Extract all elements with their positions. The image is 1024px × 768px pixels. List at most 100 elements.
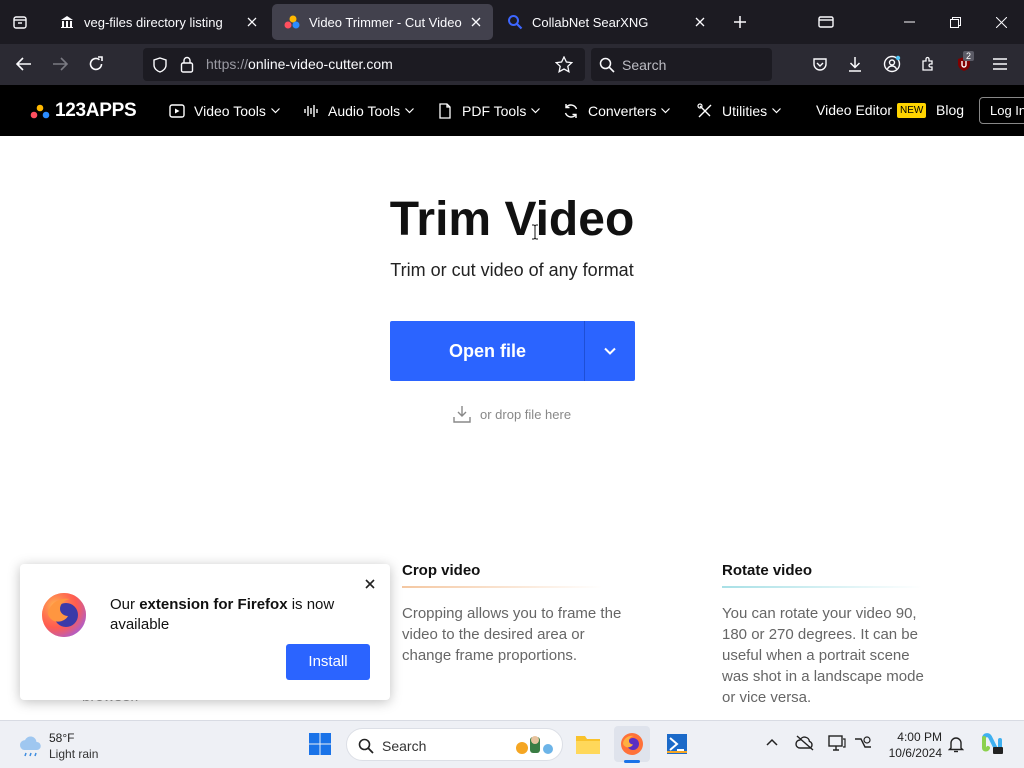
tab-title: CollabNet SearXNG: [532, 14, 649, 30]
firefox-logo-icon: [40, 591, 88, 639]
tools-icon: [696, 102, 714, 120]
download-icon: [452, 404, 472, 424]
chevron-down-icon: [405, 108, 415, 114]
copilot-icon[interactable]: [980, 732, 1004, 756]
menu-converters[interactable]: Converters: [562, 102, 671, 120]
menu-video-editor[interactable]: Video Editor NEW: [816, 102, 927, 118]
tab-title: Video Trimmer - Cut Video Onli: [309, 14, 465, 30]
rain-cloud-icon: [17, 734, 43, 758]
chevron-down-icon: [772, 108, 782, 114]
page-subtitle: Trim or cut video of any format: [390, 260, 634, 280]
close-tab-icon[interactable]: [241, 11, 263, 33]
open-file-button[interactable]: Open file: [390, 321, 635, 381]
feature-underline: [722, 586, 922, 588]
restore-icon[interactable]: [932, 0, 978, 44]
menu-label: Converters: [588, 103, 657, 119]
menu-utilities[interactable]: Utilities: [696, 102, 782, 120]
close-icon[interactable]: [362, 576, 378, 592]
pocket-icon[interactable]: [805, 49, 835, 79]
chevron-down-icon: [531, 108, 541, 114]
list-all-tabs-icon[interactable]: [811, 7, 841, 37]
search-placeholder: Search: [622, 57, 667, 73]
tab-overview-icon[interactable]: [5, 7, 35, 37]
forward-arrow-icon[interactable]: [45, 49, 75, 79]
notification-bell-icon[interactable]: [948, 735, 964, 753]
windows-start-icon[interactable]: [302, 726, 338, 762]
tab-title: veg-files directory listing: [84, 14, 223, 30]
popup-message: Our extension for Firefox is now availab…: [110, 596, 335, 633]
new-tab-icon[interactable]: [725, 7, 755, 37]
menu-label: Video Editor: [816, 102, 893, 118]
extension-popup: Our extension for Firefox is now availab…: [20, 564, 390, 700]
menu-pdf-tools[interactable]: PDF Tools: [436, 102, 541, 120]
shield-icon[interactable]: [152, 57, 168, 73]
close-tab-icon[interactable]: [465, 11, 487, 33]
search-icon: [358, 738, 374, 754]
library-icon: [59, 14, 75, 30]
open-file-label: Open file: [448, 341, 526, 361]
firefox-taskbar-icon[interactable]: [614, 726, 650, 763]
clock-time: 4:00 PM: [897, 730, 942, 744]
open-file-dropdown[interactable]: [585, 321, 635, 381]
tab-video-trimmer[interactable]: Video Trimmer - Cut Video Onli: [272, 4, 493, 40]
bookmark-star-icon[interactable]: [555, 56, 573, 73]
feature-crop: Crop video Cropping allows you to frame …: [402, 562, 632, 666]
menu-video-tools[interactable]: Video Tools: [168, 102, 280, 120]
lock-icon[interactable]: [180, 56, 194, 73]
site-logo[interactable]: 123APPS: [30, 100, 137, 122]
page-title: Trim Video: [389, 193, 635, 246]
search-highlight-icon: [514, 733, 556, 757]
login-button[interactable]: Log In: [979, 97, 1024, 124]
logo-text: 123APPS: [55, 100, 137, 121]
menu-hamburger-icon[interactable]: [985, 49, 1015, 79]
menu-label: PDF Tools: [462, 103, 527, 119]
taskbar: 58°F Light rain Search 4:00 PM 10/6/2024: [0, 720, 1024, 768]
chevron-up-icon[interactable]: [766, 738, 778, 746]
active-app-indicator: [624, 760, 640, 763]
drop-text: or drop file here: [480, 406, 572, 422]
weather-widget[interactable]: 58°F Light rain: [17, 731, 98, 761]
clock-date: 10/6/2024: [888, 746, 942, 760]
ublock-icon[interactable]: 2: [949, 49, 979, 79]
close-window-icon[interactable]: [978, 0, 1024, 44]
vscode-like-app-icon[interactable]: [659, 726, 695, 762]
video-icon: [168, 102, 186, 120]
taskbar-search-input[interactable]: Search: [346, 728, 563, 761]
menu-label: Blog: [936, 102, 965, 118]
feature-rotate: Rotate video You can rotate your video 9…: [722, 562, 952, 708]
browser-tab-bar: veg-files directory listing Video Trimme…: [0, 0, 1024, 44]
extensions-icon[interactable]: [913, 49, 943, 79]
feature-text: You can rotate your video 90, 180 or 270…: [722, 605, 924, 706]
browser-nav-bar: https://online-video-cutter.com Search 2: [0, 44, 1024, 85]
extension-badge: 2: [963, 51, 975, 61]
search-icon: [507, 14, 523, 30]
convert-icon: [562, 102, 580, 120]
system-clock[interactable]: 4:00 PM 10/6/2024: [882, 729, 942, 761]
weather-temp: 58°F: [49, 731, 75, 745]
audio-wave-icon: [302, 102, 320, 120]
browser-search-input[interactable]: Search: [591, 48, 772, 81]
site-header: 123APPS Video Tools Audio Tools PDF Tool…: [0, 85, 1024, 136]
reload-icon[interactable]: [81, 49, 111, 79]
drop-zone-hint: or drop file here: [452, 404, 571, 424]
feature-title: Rotate video: [722, 562, 813, 579]
network-icon[interactable]: [854, 735, 872, 751]
install-button[interactable]: Install: [286, 644, 370, 680]
chevron-down-icon: [604, 347, 616, 355]
display-icon[interactable]: [828, 735, 846, 751]
address-bar[interactable]: https://online-video-cutter.com: [143, 48, 585, 81]
tab-searxng[interactable]: CollabNet SearXNG: [495, 4, 717, 40]
tab-veg-files[interactable]: veg-files directory listing: [47, 4, 269, 40]
cloud-offline-icon[interactable]: [795, 735, 815, 751]
downloads-icon[interactable]: [840, 49, 870, 79]
account-icon[interactable]: [877, 49, 907, 79]
menu-audio-tools[interactable]: Audio Tools: [302, 102, 415, 120]
url-text: https://online-video-cutter.com: [206, 56, 393, 72]
file-explorer-icon[interactable]: [570, 726, 606, 762]
minimize-icon[interactable]: [886, 0, 932, 44]
taskbar-search-placeholder: Search: [382, 738, 427, 754]
menu-blog[interactable]: Blog: [936, 102, 964, 118]
close-tab-icon[interactable]: [689, 11, 711, 33]
back-arrow-icon[interactable]: [9, 49, 39, 79]
weather-condition: Light rain: [49, 747, 99, 761]
